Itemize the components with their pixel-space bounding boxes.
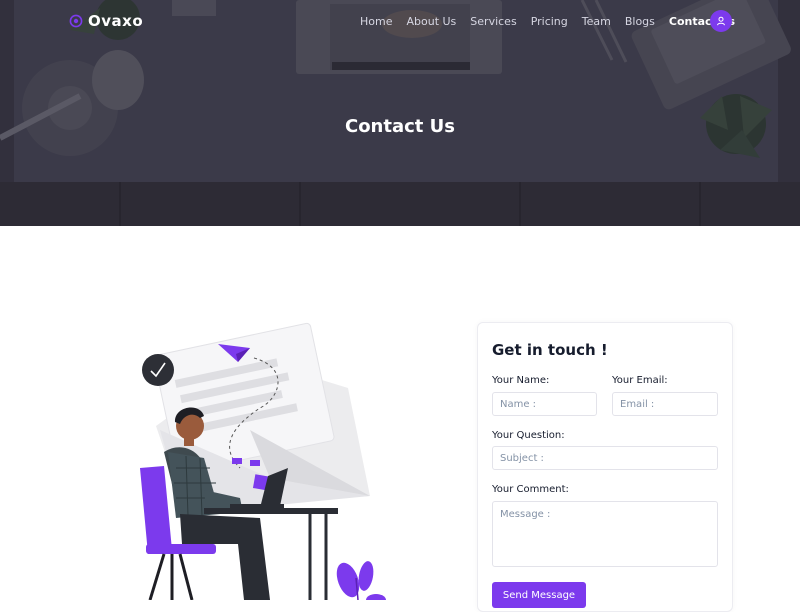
form-title: Get in touch ! xyxy=(492,341,608,359)
question-label: Your Question: xyxy=(492,430,565,441)
brand-name: Ovaxo xyxy=(88,12,144,30)
nav-item-pricing[interactable]: Pricing xyxy=(531,15,568,29)
message-textarea[interactable] xyxy=(492,501,718,567)
nav-item-about-us[interactable]: About Us xyxy=(406,15,456,29)
nav-item-home[interactable]: Home xyxy=(360,15,392,29)
nav-item-blogs[interactable]: Blogs xyxy=(625,15,655,29)
name-label: Your Name: xyxy=(492,375,550,386)
email-input[interactable] xyxy=(612,392,718,416)
nav-item-team[interactable]: Team xyxy=(582,15,611,29)
user-icon xyxy=(717,16,725,26)
target-ring-icon xyxy=(69,14,83,28)
comment-label: Your Comment: xyxy=(492,484,569,495)
main-menu: Home About Us Services Pricing Team Blog… xyxy=(360,15,749,29)
name-input[interactable] xyxy=(492,392,597,416)
subject-input[interactable] xyxy=(492,446,718,470)
top-navbar: Ovaxo Home About Us Services Pricing Tea… xyxy=(0,0,800,44)
nav-item-services[interactable]: Services xyxy=(470,15,516,29)
page-title: Contact Us xyxy=(344,116,455,137)
brand-logo[interactable]: Ovaxo xyxy=(69,11,143,31)
user-account-button[interactable] xyxy=(710,10,732,32)
email-label: Your Email: xyxy=(612,375,668,386)
contact-illustration xyxy=(140,322,386,600)
contact-form-card: Get in touch ! Your Name: Your Email: Yo… xyxy=(477,322,733,612)
send-message-button[interactable]: Send Message xyxy=(492,582,586,608)
